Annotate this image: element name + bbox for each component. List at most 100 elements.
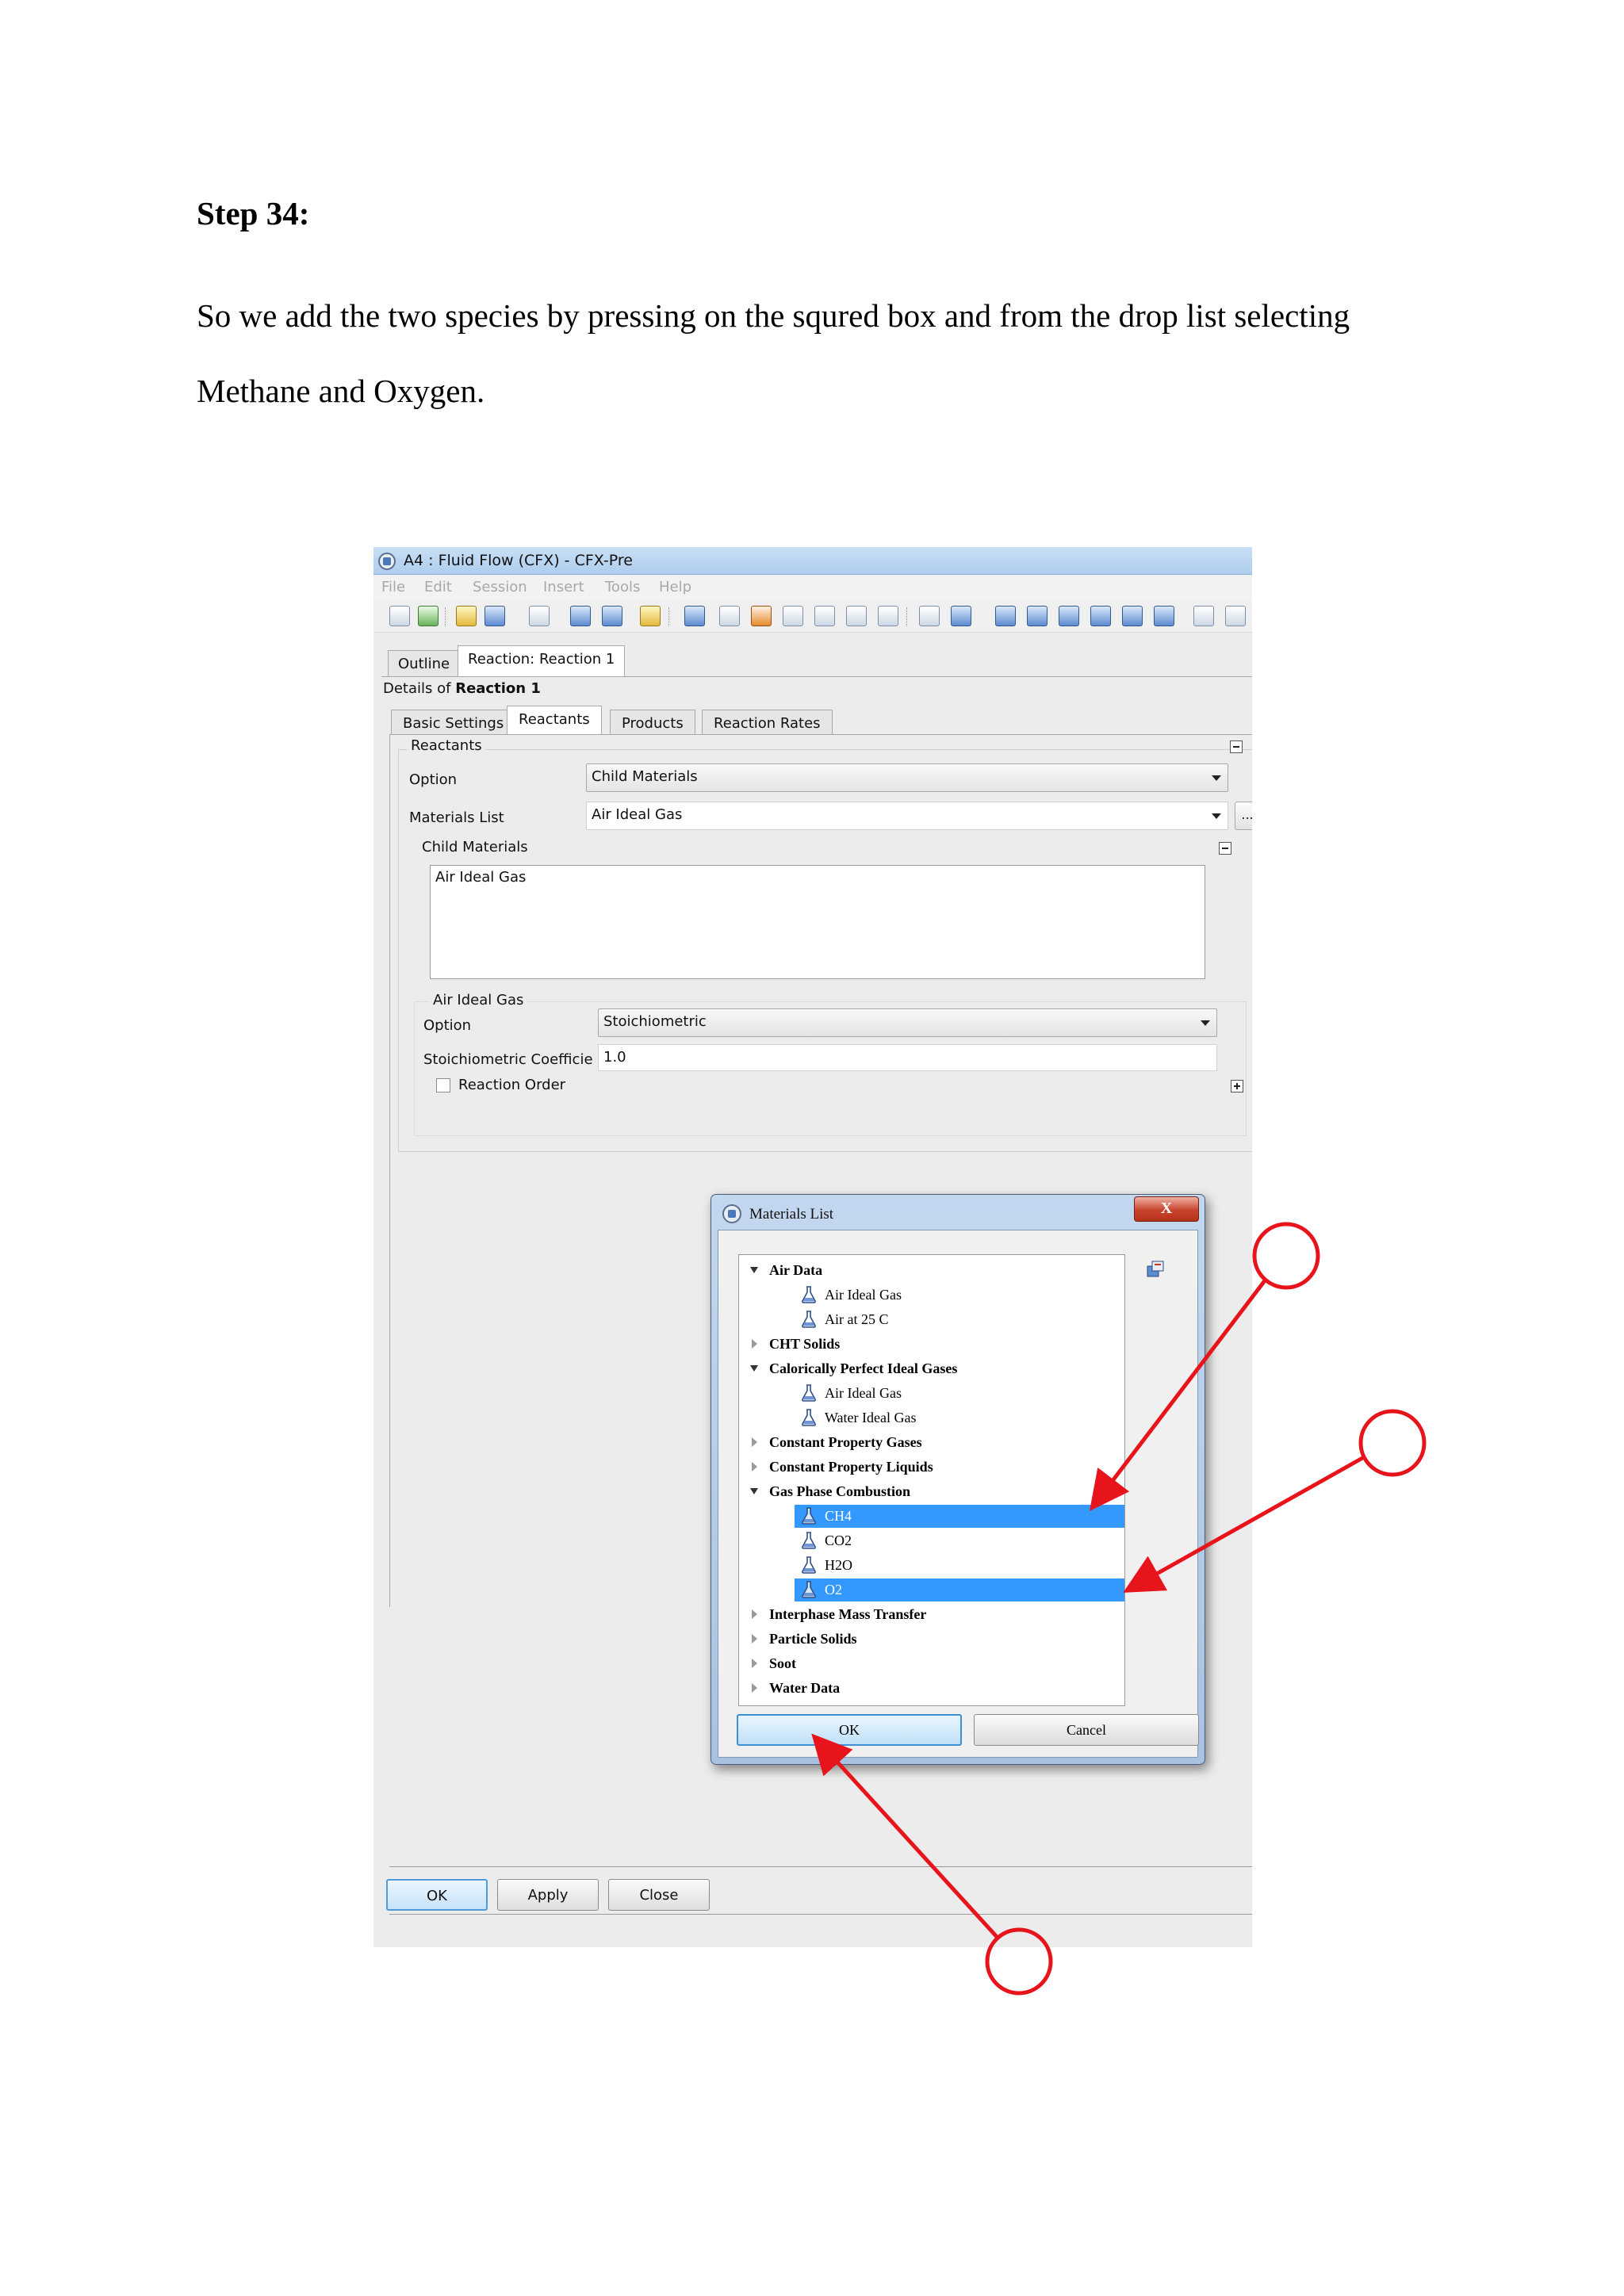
import-library-icon[interactable] bbox=[1145, 1259, 1166, 1280]
save-icon[interactable] bbox=[389, 606, 410, 626]
collapsed-arrow-icon[interactable] bbox=[752, 1634, 757, 1644]
flask-icon bbox=[802, 1311, 816, 1328]
expression-icon[interactable] bbox=[783, 606, 803, 626]
materials-list-dialog: Materials List X Air Data Air Ideal Gas Ai… bbox=[710, 1194, 1205, 1765]
close-button[interactable]: X bbox=[1134, 1196, 1199, 1222]
tree-item[interactable]: CO2 bbox=[739, 1529, 1124, 1553]
reaction-order-expand-icon[interactable] bbox=[1231, 1080, 1243, 1093]
child-materials-collapse-icon[interactable] bbox=[1219, 842, 1231, 855]
flask-icon bbox=[802, 1532, 816, 1549]
tree-category[interactable]: Calorically Perfect Ideal Gases bbox=[739, 1357, 1124, 1381]
collapsed-arrow-icon[interactable] bbox=[752, 1339, 757, 1349]
reactants-collapse-icon[interactable] bbox=[1230, 740, 1243, 753]
menu-edit[interactable]: Edit bbox=[424, 579, 452, 595]
tree-category[interactable]: Constant Property Liquids bbox=[739, 1455, 1124, 1479]
interface-icon[interactable] bbox=[1090, 606, 1111, 626]
materials-list-select[interactable]: Air Ideal Gas bbox=[586, 802, 1228, 830]
user-routine-icon[interactable] bbox=[846, 606, 867, 626]
tree-category[interactable]: Soot bbox=[739, 1651, 1124, 1676]
menu-session[interactable]: Session bbox=[473, 579, 527, 595]
subdomain-icon[interactable] bbox=[1059, 606, 1079, 626]
edit-icon[interactable] bbox=[529, 606, 550, 626]
expanded-arrow-icon[interactable] bbox=[750, 1365, 758, 1372]
solver-control-icon[interactable] bbox=[951, 606, 971, 626]
menu-insert[interactable]: Insert bbox=[543, 579, 584, 595]
tree-category[interactable]: Particle Solids bbox=[739, 1627, 1124, 1651]
child-materials-list[interactable]: Air Ideal Gas bbox=[430, 865, 1205, 979]
tree-category[interactable]: Water Data bbox=[739, 1676, 1124, 1701]
tab-outline[interactable]: Outline bbox=[388, 650, 461, 677]
air-ideal-gas-group-label: Air Ideal Gas bbox=[430, 992, 527, 1008]
window-title: A4 : Fluid Flow (CFX) - CFX-Pre bbox=[404, 552, 633, 569]
chevron-down-icon bbox=[1201, 1020, 1210, 1026]
tree-category[interactable]: Air Data bbox=[739, 1258, 1124, 1283]
collapsed-arrow-icon[interactable] bbox=[752, 1609, 757, 1619]
tree-category[interactable]: Gas Phase Combustion bbox=[739, 1479, 1124, 1504]
output-control-icon[interactable] bbox=[1225, 606, 1246, 626]
tree-category[interactable]: CHT Solids bbox=[739, 1332, 1124, 1357]
stoich-option-label: Option bbox=[423, 1017, 472, 1034]
monitor-icon[interactable] bbox=[1193, 606, 1214, 626]
expanded-arrow-icon[interactable] bbox=[750, 1267, 758, 1273]
apply-button[interactable]: Apply bbox=[497, 1879, 599, 1911]
source-point-icon[interactable] bbox=[1122, 606, 1143, 626]
tree-category-label: Constant Property Liquids bbox=[769, 1459, 933, 1475]
tree-item[interactable]: Air at 25 C bbox=[739, 1307, 1124, 1332]
redo-icon[interactable] bbox=[602, 606, 622, 626]
tree-item[interactable]: Air Ideal Gas bbox=[739, 1381, 1124, 1406]
tab-reaction-1[interactable]: Reaction: Reaction 1 bbox=[458, 645, 626, 677]
user-function-icon[interactable] bbox=[814, 606, 835, 626]
materials-tree[interactable]: Air Data Air Ideal Gas Air at 25 C CHT Soli… bbox=[738, 1254, 1125, 1706]
tree-category-label: Calorically Perfect Ideal Gases bbox=[769, 1360, 958, 1376]
collapsed-arrow-icon[interactable] bbox=[752, 1462, 757, 1471]
tree-item[interactable]: O2 bbox=[739, 1578, 1124, 1602]
collapsed-arrow-icon[interactable] bbox=[752, 1683, 757, 1693]
option-select[interactable]: Child Materials bbox=[586, 763, 1228, 792]
initialization-icon[interactable] bbox=[1154, 606, 1174, 626]
tree-item[interactable]: CH4 bbox=[739, 1504, 1124, 1529]
option-value: Child Materials bbox=[592, 768, 698, 785]
import-mesh-icon[interactable] bbox=[456, 606, 477, 626]
boundary-icon[interactable] bbox=[1027, 606, 1048, 626]
details-name: Reaction 1 bbox=[455, 680, 541, 697]
menu-tools[interactable]: Tools bbox=[605, 579, 640, 595]
domain-icon[interactable] bbox=[995, 606, 1016, 626]
tree-category[interactable]: Constant Property Gases bbox=[739, 1430, 1124, 1455]
reaction-order-checkbox[interactable] bbox=[436, 1078, 450, 1093]
menu-file[interactable]: File bbox=[381, 579, 405, 595]
tree-item[interactable]: Water Ideal Gas bbox=[739, 1406, 1124, 1430]
materials-list-browse-button[interactable]: ... bbox=[1235, 802, 1252, 830]
dialog-cancel-button[interactable]: Cancel bbox=[974, 1714, 1199, 1746]
close-button[interactable]: Close bbox=[608, 1879, 710, 1911]
tree-category[interactable]: Interphase Mass Transfer bbox=[739, 1602, 1124, 1627]
stoich-coefficient-field[interactable]: 1.0 bbox=[598, 1044, 1217, 1071]
clock-icon[interactable] bbox=[919, 606, 940, 626]
refresh-icon[interactable] bbox=[418, 606, 439, 626]
chevron-down-icon bbox=[1212, 775, 1221, 781]
import-icon[interactable] bbox=[640, 606, 661, 626]
tab-reactants[interactable]: Reactants bbox=[507, 706, 602, 735]
stoich-option-select[interactable]: Stoichiometric bbox=[598, 1008, 1217, 1037]
flask-icon bbox=[802, 1581, 816, 1598]
dialog-title: Materials List bbox=[749, 1206, 834, 1223]
ok-button[interactable]: OK bbox=[386, 1879, 488, 1911]
tab-products[interactable]: Products bbox=[610, 710, 695, 735]
menu-help[interactable]: Help bbox=[659, 579, 691, 595]
list-item[interactable]: Air Ideal Gas bbox=[435, 869, 1200, 886]
undo-icon[interactable] bbox=[570, 606, 591, 626]
collapsed-arrow-icon[interactable] bbox=[752, 1659, 757, 1668]
analysis-type-icon[interactable] bbox=[684, 606, 705, 626]
tab-reaction-rates[interactable]: Reaction Rates bbox=[702, 710, 833, 735]
reaction-icon[interactable] bbox=[751, 606, 772, 626]
function-icon[interactable] bbox=[878, 606, 898, 626]
tree-item[interactable]: Air Ideal Gas bbox=[739, 1283, 1124, 1307]
collapsed-arrow-icon[interactable] bbox=[752, 1437, 757, 1447]
tree-item[interactable]: H2O bbox=[739, 1553, 1124, 1578]
mesh-transform-icon[interactable] bbox=[485, 606, 505, 626]
expanded-arrow-icon[interactable] bbox=[750, 1488, 758, 1494]
materials-list-value: Air Ideal Gas bbox=[592, 806, 683, 823]
tab-basic-settings[interactable]: Basic Settings bbox=[391, 710, 516, 735]
tab-divider bbox=[381, 676, 1252, 677]
dialog-ok-button[interactable]: OK bbox=[737, 1714, 962, 1746]
material-icon[interactable] bbox=[719, 606, 740, 626]
